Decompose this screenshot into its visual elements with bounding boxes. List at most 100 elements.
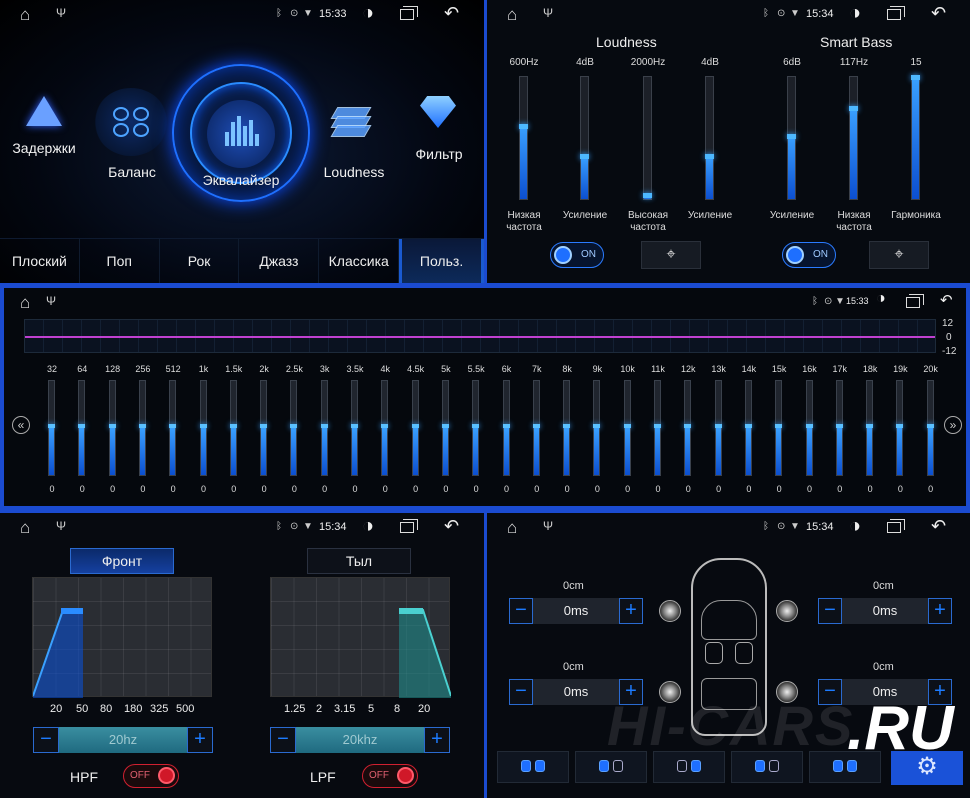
back-icon[interactable]: ↶	[931, 516, 946, 537]
slider-knob[interactable]	[787, 133, 796, 139]
mode-balance[interactable]: Баланс	[94, 160, 170, 180]
home-icon[interactable]: ⌂	[507, 518, 517, 538]
slider-knob[interactable]	[775, 424, 783, 428]
slider-knob[interactable]	[260, 424, 268, 428]
slider-knob[interactable]	[744, 424, 752, 428]
slider-knob[interactable]	[805, 424, 813, 428]
slider-knob[interactable]	[229, 424, 237, 428]
eq-band-slider[interactable]	[169, 380, 177, 476]
preset-user[interactable]: Польз.	[399, 239, 484, 283]
mode-equalizer[interactable]: Эквалайзер	[186, 168, 296, 188]
loudness-slider[interactable]	[787, 76, 796, 200]
slider-knob[interactable]	[593, 424, 601, 428]
eq-band-slider[interactable]	[744, 380, 752, 476]
slider-knob[interactable]	[519, 123, 528, 129]
mode-delays[interactable]: Задержки	[8, 96, 80, 156]
smart-bass-toggle[interactable]: ON	[782, 242, 836, 268]
eq-band-slider[interactable]	[563, 380, 571, 476]
eq-band-slider[interactable]	[472, 380, 480, 476]
slider-knob[interactable]	[472, 424, 480, 428]
slider-knob[interactable]	[684, 424, 692, 428]
eq-band-slider[interactable]	[714, 380, 722, 476]
preset-flat[interactable]: Плоский	[0, 239, 80, 283]
back-icon[interactable]: ↶	[444, 3, 459, 24]
eq-band-slider[interactable]	[381, 380, 389, 476]
eq-band-slider[interactable]	[441, 380, 449, 476]
eq-band-slider[interactable]	[290, 380, 298, 476]
eq-band-slider[interactable]	[229, 380, 237, 476]
lpf-plus-button[interactable]: +	[424, 727, 450, 753]
eq-band-slider[interactable]	[654, 380, 661, 476]
eq-band-slider[interactable]	[775, 380, 783, 476]
target-icon[interactable]: ⌖	[641, 241, 701, 269]
slider-knob[interactable]	[866, 424, 874, 428]
slider-knob[interactable]	[705, 154, 714, 160]
slider-knob[interactable]	[849, 105, 858, 111]
eq-band-slider[interactable]	[805, 380, 813, 476]
slider-knob[interactable]	[623, 424, 631, 428]
slider-knob[interactable]	[714, 424, 722, 428]
slider-knob[interactable]	[926, 424, 934, 428]
eq-band-slider[interactable]	[835, 380, 843, 476]
slider-knob[interactable]	[199, 424, 207, 428]
preset-rock[interactable]: Рок	[160, 239, 240, 283]
loudness-slider[interactable]	[580, 76, 589, 200]
loudness-slider[interactable]	[705, 76, 714, 200]
eq-band-slider[interactable]	[320, 380, 328, 476]
home-icon[interactable]: ⌂	[20, 5, 30, 25]
home-icon[interactable]: ⌂	[507, 5, 517, 25]
eq-band-slider[interactable]	[623, 380, 631, 476]
brightness-icon[interactable]: ◑	[876, 290, 886, 308]
loudness-toggle[interactable]: ON	[550, 242, 604, 268]
slider-knob[interactable]	[108, 424, 116, 428]
slider-knob[interactable]	[381, 424, 389, 428]
slider-knob[interactable]	[643, 193, 652, 199]
loudness-slider[interactable]	[849, 76, 858, 200]
eq-band-slider[interactable]	[411, 380, 419, 476]
scroll-left-icon[interactable]: «	[12, 416, 30, 434]
preset-pop[interactable]: Поп	[80, 239, 160, 283]
eq-band-slider[interactable]	[502, 380, 510, 476]
hpf-toggle[interactable]: OFF	[123, 764, 179, 788]
windows-icon[interactable]	[400, 519, 418, 533]
eq-band-slider[interactable]	[199, 380, 207, 476]
windows-icon[interactable]	[906, 294, 924, 308]
windows-icon[interactable]	[887, 519, 905, 533]
home-icon[interactable]: ⌂	[20, 293, 30, 313]
preset-classic[interactable]: Классика	[319, 239, 400, 283]
listen-position-all[interactable]	[497, 751, 569, 783]
hpf-plus-button[interactable]: +	[187, 727, 213, 753]
eq-band-slider[interactable]	[866, 380, 874, 476]
slider-knob[interactable]	[320, 424, 328, 428]
loudness-slider[interactable]	[911, 75, 920, 200]
eq-band-slider[interactable]	[351, 380, 358, 476]
lpf-toggle[interactable]: OFF	[362, 764, 418, 788]
eq-band-slider[interactable]	[926, 380, 934, 476]
slider-knob[interactable]	[654, 424, 661, 428]
gear-icon[interactable]: ⚙	[891, 751, 963, 785]
eq-band-slider[interactable]	[684, 380, 692, 476]
mode-loudness[interactable]: Loudness	[318, 160, 390, 180]
brightness-icon[interactable]: ◑	[362, 2, 374, 25]
loudness-slider[interactable]	[519, 76, 528, 200]
eq-band-slider[interactable]	[78, 380, 86, 476]
eq-band-slider[interactable]	[138, 380, 146, 476]
back-icon[interactable]: ↶	[444, 516, 459, 537]
tab-rear[interactable]: Тыл	[307, 548, 411, 574]
slider-knob[interactable]	[896, 424, 904, 428]
eq-band-slider[interactable]	[593, 380, 601, 476]
scroll-right-icon[interactable]: »	[944, 416, 962, 434]
slider-knob[interactable]	[502, 424, 510, 428]
listen-position-front-right[interactable]	[653, 751, 725, 783]
brightness-icon[interactable]: ◑	[849, 515, 861, 538]
slider-knob[interactable]	[532, 424, 540, 428]
delay-minus-button[interactable]: −	[818, 598, 842, 624]
slider-knob[interactable]	[580, 154, 589, 160]
mode-filter[interactable]: Фильтр	[404, 142, 474, 162]
slider-knob[interactable]	[169, 424, 177, 428]
hpf-minus-button[interactable]: −	[33, 727, 59, 753]
slider-knob[interactable]	[563, 424, 571, 428]
eq-band-slider[interactable]	[260, 380, 268, 476]
windows-icon[interactable]	[400, 6, 418, 20]
slider-knob[interactable]	[290, 424, 298, 428]
